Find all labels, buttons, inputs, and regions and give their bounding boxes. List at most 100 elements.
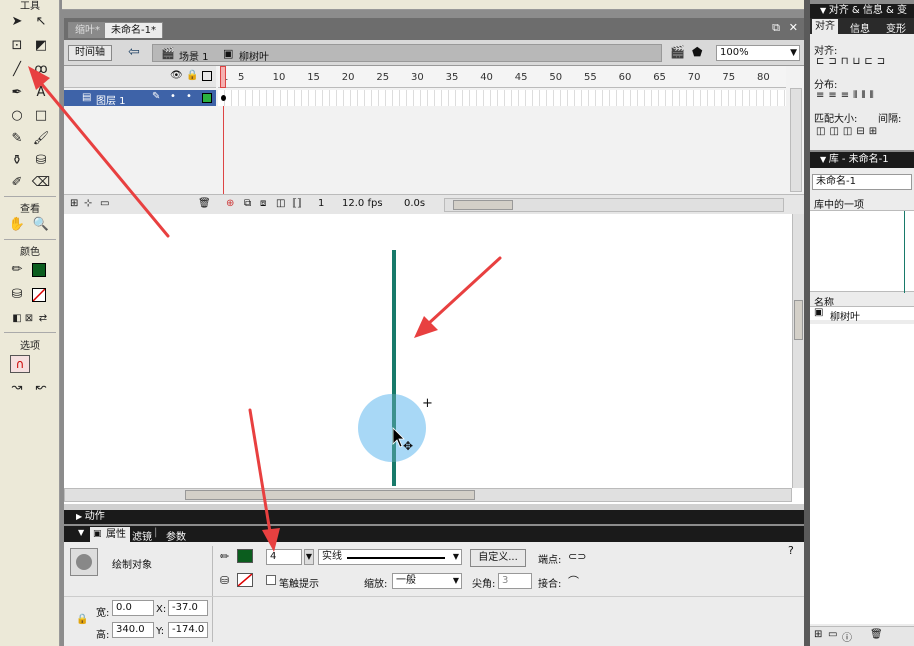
layer-name[interactable]: 图层 1 <box>96 92 126 107</box>
library-document-select[interactable]: 未命名-1 <box>812 174 912 190</box>
symbol-breadcrumb[interactable]: 柳树叶 <box>239 48 269 63</box>
restore-icon[interactable]: ⧉ <box>772 21 780 35</box>
width-input[interactable]: 0.0 <box>112 600 154 616</box>
stroke-hint-checkbox[interactable] <box>266 575 276 585</box>
eraser-icon[interactable]: ⌫ <box>30 173 52 193</box>
stroke-color-swatch[interactable] <box>32 263 46 277</box>
visible-dot-icon[interactable]: • <box>170 91 176 102</box>
smooth-icon[interactable]: ↝ <box>6 378 28 398</box>
library-panel-header[interactable]: ▼ 库 - 未命名-1 <box>810 152 914 168</box>
frame-ruler[interactable]: 15101520253035404550556065707580 <box>218 66 786 88</box>
edit-symbol-icon[interactable]: ⬟ <box>692 45 702 59</box>
stage-hscrollbar[interactable] <box>64 488 792 502</box>
pen-tool-icon[interactable]: ✒ <box>6 83 28 103</box>
stage-hscroll-thumb[interactable] <box>185 490 475 500</box>
stroke-style-select[interactable]: 实线 ▼ <box>318 549 462 565</box>
cap-select-icon[interactable]: ⊂⊃ <box>568 550 586 563</box>
add-guide-icon[interactable]: ⊹ <box>84 198 92 209</box>
timeline-scroll-thumb[interactable] <box>453 200 513 210</box>
lock-aspect-icon[interactable]: 🔒 <box>76 614 88 625</box>
help-icon[interactable]: ? <box>788 544 794 557</box>
lock-dot-icon[interactable]: • <box>186 91 192 102</box>
timeline-scrollbar[interactable] <box>444 198 784 212</box>
distribute-buttons-icon[interactable]: ≡≡≡⫴⫴⫴ <box>816 90 878 101</box>
add-layer-icon[interactable]: ⊞ <box>70 198 78 209</box>
stroke-size-input[interactable]: 4 <box>266 549 302 565</box>
timeline-vscroll[interactable] <box>790 88 802 192</box>
subselection-tool-icon[interactable]: ↖ <box>30 12 52 32</box>
onion-skin-icon[interactable]: ⧉ <box>244 198 251 209</box>
layer-outline-color[interactable] <box>202 93 212 103</box>
close-icon[interactable]: ✕ <box>789 21 798 34</box>
tab-properties[interactable]: ▣ 属性 <box>90 527 130 542</box>
stroke-size-dropdown-icon[interactable]: ▼ <box>304 549 314 565</box>
playhead[interactable] <box>220 66 226 88</box>
zoom-select[interactable]: 100% ▼ <box>716 45 800 61</box>
fill-color-swatch-none[interactable] <box>32 288 46 302</box>
tab-info[interactable]: 信息 <box>850 20 870 35</box>
onion-outline-icon[interactable]: ⧈ <box>260 198 266 209</box>
tab-transform[interactable]: 变形 <box>886 20 906 35</box>
tab-filters[interactable]: 滤镜 <box>132 528 152 543</box>
edit-multiple-icon[interactable]: ◫ <box>276 198 285 209</box>
collapse-icon[interactable]: ▼ <box>78 528 84 537</box>
stroke-color-picker[interactable] <box>237 549 253 563</box>
zoom-tool-icon[interactable]: 🔍 <box>30 215 52 235</box>
actions-panel-header[interactable]: ▶ 动作 <box>64 510 804 524</box>
lasso-tool-icon[interactable]: ꝏ <box>30 60 52 80</box>
join-select-icon[interactable]: ⌒ <box>568 573 579 589</box>
scene-breadcrumb[interactable]: 场景 1 <box>179 48 209 63</box>
outline-icon[interactable] <box>202 71 212 81</box>
match-size-buttons-icon[interactable]: ◫◫◫⊟⊞ <box>816 126 881 137</box>
frame-track[interactable] <box>218 90 786 106</box>
y-input[interactable]: -174.0 <box>168 622 208 638</box>
line-tool-icon[interactable]: ╱ <box>6 60 28 80</box>
layer-row[interactable]: ▤ 图层 1 ✎ • • <box>64 90 216 107</box>
library-item-row[interactable]: ▣ 柳树叶 <box>810 306 914 323</box>
keyframe-dot[interactable] <box>221 95 226 101</box>
custom-stroke-button[interactable]: 自定义... <box>470 549 526 567</box>
center-frame-icon[interactable]: ⊕ <box>226 198 234 209</box>
paint-bucket-icon[interactable]: ⛁ <box>30 151 52 171</box>
ink-bottle-icon[interactable]: ⚱ <box>6 151 28 171</box>
timeline-toggle-button[interactable]: 时间轴 <box>68 45 112 61</box>
align-panel-header[interactable]: ▼ 对齐 & 信息 & 变 <box>810 4 914 18</box>
text-tool-icon[interactable]: A <box>30 83 52 103</box>
stage[interactable]: ✥ + <box>64 214 804 504</box>
new-symbol-icon[interactable]: ⊞ <box>814 629 822 640</box>
fill-transform-icon[interactable]: ◩ <box>30 36 52 56</box>
eye-icon[interactable]: 👁 <box>170 70 183 81</box>
frame-rate[interactable]: 12.0 fps <box>342 198 383 209</box>
properties-icon[interactable]: ⓘ <box>842 629 852 644</box>
selection-tool-icon[interactable]: ➤ <box>6 12 28 32</box>
snap-magnet-icon[interactable]: ∩ <box>10 355 30 373</box>
pencil-tool-icon[interactable]: ✎ <box>6 129 28 149</box>
eyedropper-icon[interactable]: ✐ <box>6 173 28 193</box>
free-transform-icon[interactable]: ⊡ <box>6 36 28 56</box>
library-trash-icon[interactable]: 🗑 <box>870 629 883 640</box>
brush-tool-icon[interactable]: 🖌 <box>30 129 52 149</box>
edit-scene-icon[interactable]: 🎬 <box>670 45 685 59</box>
oval-tool-icon[interactable]: ○ <box>6 106 28 126</box>
onion-markers-icon[interactable]: ⟦⟧ <box>292 198 302 209</box>
scale-select[interactable]: 一般 ▼ <box>392 573 462 589</box>
tab-doc-2[interactable]: 未命名-1* <box>104 22 163 38</box>
align-buttons-icon[interactable]: ⊏⊐⊓⊔⊏⊐ <box>816 56 889 67</box>
straighten-icon[interactable]: ↜ <box>30 378 52 398</box>
library-item-name[interactable]: 柳树叶 <box>830 308 860 323</box>
stage-vscroll-thumb[interactable] <box>794 300 803 340</box>
lock-icon[interactable]: 🔒 <box>186 70 198 81</box>
hand-tool-icon[interactable]: ✋ <box>6 215 28 235</box>
new-folder-icon[interactable]: ▭ <box>828 629 837 640</box>
height-input[interactable]: 340.0 <box>112 622 154 638</box>
fill-color-picker[interactable] <box>237 573 253 587</box>
stage-vscrollbar[interactable] <box>792 214 804 488</box>
tab-parameters[interactable]: 参数 <box>166 528 186 543</box>
trash-icon[interactable]: 🗑 <box>198 198 211 209</box>
x-input[interactable]: -37.0 <box>168 600 208 616</box>
tab-doc-1[interactable]: 缩叶* <box>68 22 107 38</box>
miter-input[interactable]: 3 <box>498 573 532 589</box>
swap-colors-icon[interactable]: ⇄ <box>32 309 54 329</box>
tab-align[interactable]: 对齐 <box>812 19 838 34</box>
back-arrow-icon[interactable]: ⇦ <box>128 44 140 60</box>
